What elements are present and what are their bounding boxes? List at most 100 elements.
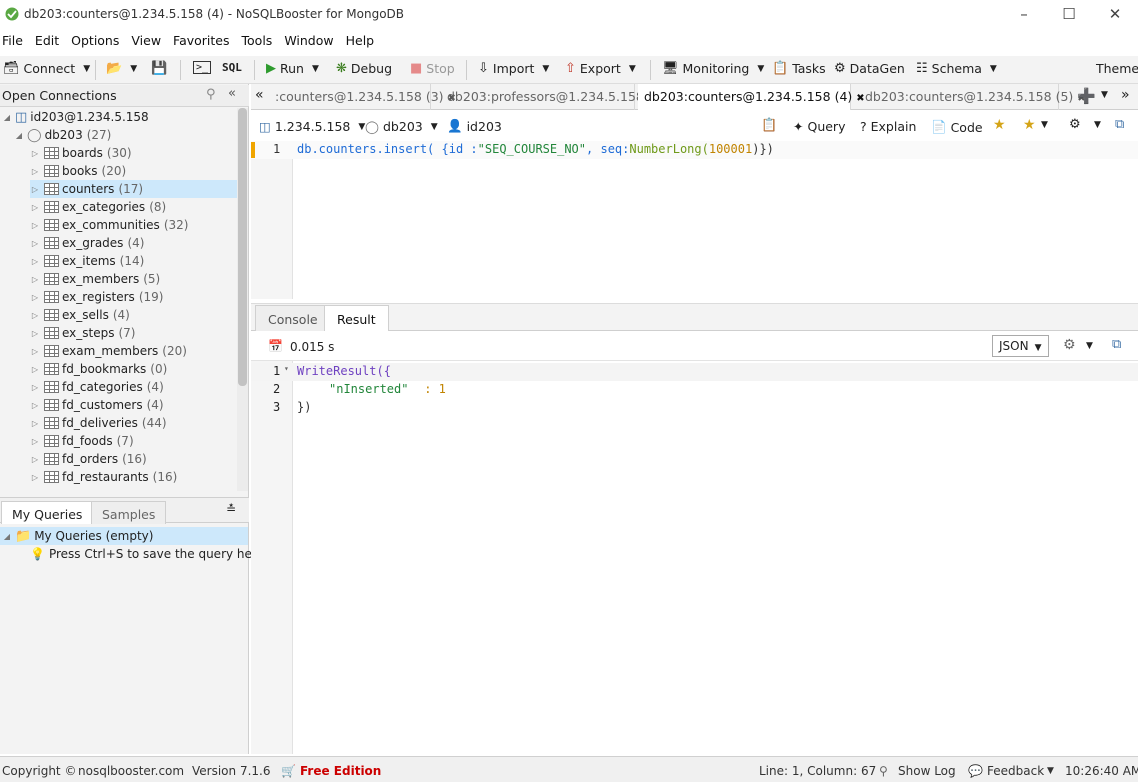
maximize-button[interactable]: ☐ bbox=[1054, 4, 1084, 26]
star-add-icon[interactable]: ★ bbox=[993, 117, 1006, 133]
sql-button[interactable]: SQL bbox=[222, 61, 242, 74]
tree-collection-fd_bookmarks[interactable]: ▷ fd_bookmarks (0) bbox=[30, 360, 167, 378]
menu-file[interactable]: File bbox=[2, 33, 23, 48]
maximize-result-icon[interactable]: ⧉ bbox=[1112, 337, 1121, 352]
tree-collection-exam_members[interactable]: ▷ exam_members (20) bbox=[30, 342, 187, 360]
gear-icon[interactable]: ⚙ bbox=[1063, 337, 1076, 353]
save-button[interactable]: 💾 bbox=[151, 61, 167, 76]
host-selector[interactable]: ◫ 1.234.5.158 ▼ bbox=[259, 119, 365, 134]
tree-collection-boards[interactable]: ▷ boards (30) bbox=[30, 144, 132, 162]
tree-collection-fd_restaurants[interactable]: ▷ fd_restaurants (16) bbox=[30, 468, 177, 486]
tab-counters-4[interactable]: db203:counters@1.234.5.158 (4) ✖ bbox=[638, 84, 865, 110]
chevron-down-icon[interactable]: ▼ bbox=[1101, 90, 1108, 100]
tree-collection-ex_grades[interactable]: ▷ ex_grades (4) bbox=[30, 234, 145, 252]
menu-view[interactable]: View bbox=[131, 33, 161, 48]
code-editor[interactable]: 1 db.counters.insert( {id :"SEQ_COURSE_N… bbox=[251, 141, 1138, 299]
tree-collection-fd_orders[interactable]: ▷ fd_orders (16) bbox=[30, 450, 147, 468]
connect-button[interactable]: 🗃 Connect ▼ bbox=[3, 61, 90, 76]
add-tab-icon[interactable]: ➕ bbox=[1077, 87, 1096, 105]
website-link[interactable]: nosqlbooster.com bbox=[78, 764, 184, 778]
star-icon[interactable]: ★ bbox=[1023, 117, 1036, 133]
scroll-tabs-right-icon[interactable]: » bbox=[1121, 87, 1130, 103]
tree-database[interactable]: ◢ ◯ db203 (27) bbox=[14, 126, 111, 144]
tree-collection-fd_categories[interactable]: ▷ fd_categories (4) bbox=[30, 378, 164, 396]
tree-connection[interactable]: ◢ ◫ id203@1.234.5.158 bbox=[2, 108, 149, 126]
fold-icon[interactable]: ▾ bbox=[284, 364, 289, 373]
format-select[interactable]: JSON ▼ bbox=[992, 335, 1049, 357]
open-file-button[interactable]: 📂 ▼ bbox=[106, 61, 137, 76]
debug-button[interactable]: ❋ Debug bbox=[336, 61, 392, 76]
code-button[interactable]: 📄 Code bbox=[931, 119, 983, 135]
scroll-tabs-left-icon[interactable]: « bbox=[255, 87, 264, 103]
result-line-value: : 1 bbox=[417, 382, 446, 396]
menu-favorites[interactable]: Favorites bbox=[173, 33, 229, 48]
tree-collection-counters[interactable]: ▷ counters (17) bbox=[30, 180, 237, 198]
clipboard-icon[interactable]: 📋 bbox=[761, 118, 777, 133]
tree-collection-fd_deliveries[interactable]: ▷ fd_deliveries (44) bbox=[30, 414, 167, 432]
tree-scrollbar-thumb[interactable] bbox=[238, 108, 247, 386]
collapse-panel-icon[interactable]: « bbox=[228, 86, 236, 101]
bug-icon: ❋ bbox=[336, 61, 347, 76]
result-viewer[interactable]: 1 ▾ WriteResult({ 2 "nInserted" : 1 3 }) bbox=[251, 361, 1138, 754]
shell-button[interactable]: >_ bbox=[193, 61, 212, 74]
run-button[interactable]: ▶ Run ▼ bbox=[266, 61, 319, 76]
tree-collection-ex_categories[interactable]: ▷ ex_categories (8) bbox=[30, 198, 166, 216]
result-line-text: WriteResult({ bbox=[297, 364, 391, 378]
datagen-button[interactable]: ⚙ DataGen bbox=[834, 61, 905, 76]
db-selector[interactable]: ◯ db203 ▼ bbox=[365, 119, 438, 134]
tab-counters-3[interactable]: :counters@1.234.5.158 (3) ✖ bbox=[269, 84, 456, 110]
maximize-editor-icon[interactable]: ⧉ bbox=[1115, 117, 1124, 132]
tree-collection-books[interactable]: ▷ books (20) bbox=[30, 162, 126, 180]
search-icon[interactable]: ⚲ bbox=[206, 87, 216, 102]
tab-console[interactable]: Console bbox=[255, 305, 331, 332]
tab-counters-5[interactable]: db203:counters@1.234.5.158 (5) ✖ bbox=[859, 84, 1086, 110]
tab-professors[interactable]: db203:professors@1.234.5.158✖ bbox=[441, 84, 656, 110]
monitoring-button[interactable]: 🖥 Monitoring ▼ bbox=[662, 61, 764, 76]
menu-options[interactable]: Options bbox=[71, 33, 119, 48]
chevron-down-double-icon[interactable]: ≛ bbox=[226, 502, 236, 516]
toolbar-divider bbox=[466, 60, 467, 80]
menu-window[interactable]: Window bbox=[284, 33, 333, 48]
tree-collection-fd_foods[interactable]: ▷ fd_foods (7) bbox=[30, 432, 134, 450]
tree-collection-ex_steps[interactable]: ▷ ex_steps (7) bbox=[30, 324, 136, 342]
table-icon bbox=[44, 147, 59, 159]
toolbar-divider bbox=[650, 60, 651, 80]
close-button[interactable]: ✕ bbox=[1100, 4, 1130, 26]
schema-button[interactable]: ☷ Schema ▼ bbox=[916, 61, 997, 76]
tab-my-queries[interactable]: My Queries bbox=[1, 501, 94, 524]
tasks-button[interactable]: 📋 Tasks bbox=[772, 61, 826, 76]
table-icon bbox=[44, 399, 59, 411]
tab-result[interactable]: Result bbox=[324, 305, 389, 332]
table-icon bbox=[44, 417, 59, 429]
minimize-button[interactable]: – bbox=[1009, 4, 1039, 26]
editor-code-line[interactable]: db.counters.insert( {id :"SEQ_COURSE_NO"… bbox=[297, 142, 774, 156]
menu-edit[interactable]: Edit bbox=[35, 33, 59, 48]
chevron-down-icon[interactable]: ▼ bbox=[1086, 341, 1093, 351]
tree-collection-ex_registers[interactable]: ▷ ex_registers (19) bbox=[30, 288, 164, 306]
tree-collection-ex_items[interactable]: ▷ ex_items (14) bbox=[30, 252, 144, 270]
chevron-down-icon: ▼ bbox=[311, 63, 319, 74]
query-button[interactable]: ✦ Query bbox=[793, 119, 845, 134]
tab-samples[interactable]: Samples bbox=[91, 501, 167, 524]
show-log-button[interactable]: Show Log bbox=[898, 764, 956, 778]
import-button[interactable]: ⇩ Import ▼ bbox=[478, 61, 549, 76]
chevron-down-icon[interactable]: ▼ bbox=[1094, 120, 1101, 130]
chevron-down-icon[interactable]: ▼ bbox=[1041, 120, 1048, 130]
menu-help[interactable]: Help bbox=[346, 33, 375, 48]
options-icon[interactable]: ⚙ bbox=[1069, 117, 1081, 132]
explain-button[interactable]: ? Explain bbox=[860, 119, 916, 134]
menu-tools[interactable]: Tools bbox=[242, 33, 273, 48]
collection-count: (17) bbox=[118, 182, 144, 196]
tree-collection-ex_sells[interactable]: ▷ ex_sells (4) bbox=[30, 306, 130, 324]
tree-collection-fd_customers[interactable]: ▷ fd_customers (4) bbox=[30, 396, 164, 414]
chevron-down-icon[interactable]: ▼ bbox=[1047, 766, 1054, 776]
theme-button[interactable]: Theme bbox=[1096, 61, 1138, 76]
export-button[interactable]: ⇧ Export ▼ bbox=[565, 61, 636, 76]
tree-collection-ex_members[interactable]: ▷ ex_members (5) bbox=[30, 270, 160, 288]
tree-my-queries[interactable]: ◢ 📁 My Queries (empty) bbox=[0, 527, 248, 545]
feedback-button[interactable]: Feedback bbox=[987, 764, 1044, 778]
free-edition-link[interactable]: Free Edition bbox=[300, 764, 381, 778]
collapsed-triangle-icon: ▷ bbox=[31, 364, 39, 374]
tree-collection-ex_communities[interactable]: ▷ ex_communities (32) bbox=[30, 216, 189, 234]
stop-button[interactable]: ■ Stop bbox=[410, 61, 455, 76]
